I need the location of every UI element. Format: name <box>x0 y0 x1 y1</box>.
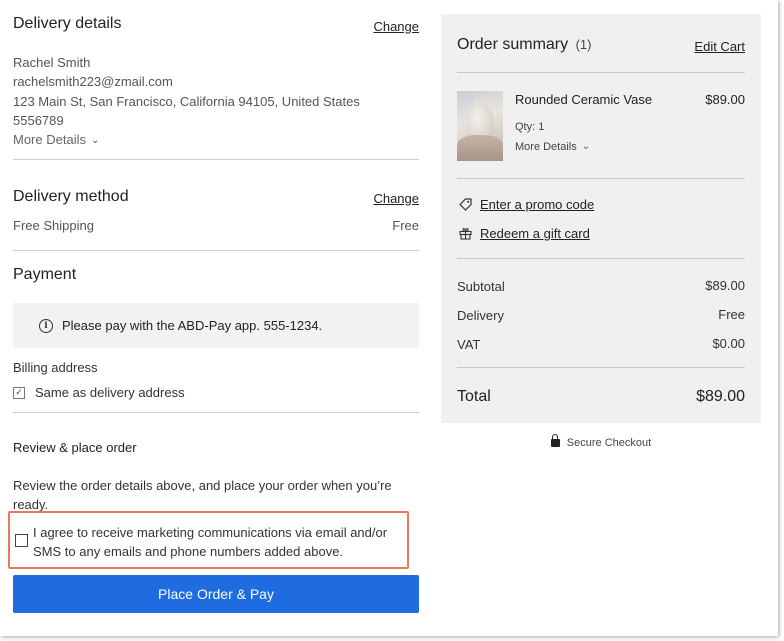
info-icon: i <box>39 318 53 333</box>
delivery-label: Delivery <box>457 308 504 323</box>
divider <box>13 412 419 413</box>
marketing-consent-box: I agree to receive marketing communicati… <box>8 511 409 569</box>
same-as-delivery-checkbox[interactable]: ✓ <box>13 386 25 399</box>
subtotal-row: Subtotal $89.00 <box>457 278 745 296</box>
total-value: $89.00 <box>696 388 745 405</box>
customer-email: rachelsmith223@zmail.com <box>13 74 173 89</box>
order-item-count: (1) <box>575 37 592 52</box>
lock-icon <box>550 434 560 447</box>
subtotal-value: $89.00 <box>705 278 745 293</box>
vat-label: VAT <box>457 337 481 352</box>
delivery-details-change-link[interactable]: Change <box>373 19 419 34</box>
delivery-method-title: Delivery method <box>13 188 129 205</box>
edit-cart-link[interactable]: Edit Cart <box>694 39 745 54</box>
customer-name: Rachel Smith <box>13 55 91 70</box>
promo-code-row[interactable]: Enter a promo code <box>459 197 594 212</box>
divider <box>457 72 745 73</box>
vat-row: VAT $0.00 <box>457 336 745 354</box>
order-summary-panel: Order summary (1) Edit Cart Rounded Cera… <box>441 14 761 423</box>
payment-info-box: i Please pay with the ABD-Pay app. 555-1… <box>13 303 419 348</box>
order-summary-header: Order summary (1) Edit Cart <box>457 36 745 54</box>
order-summary-title: Order summary <box>457 36 569 53</box>
same-as-delivery-label: Same as delivery address <box>35 385 185 400</box>
divider <box>457 178 745 179</box>
customer-address: 123 Main St, San Francisco, California 9… <box>13 94 360 109</box>
divider <box>457 367 745 368</box>
delivery-method-change-link[interactable]: Change <box>373 191 419 206</box>
divider <box>13 159 419 160</box>
review-title: Review & place order <box>13 440 137 455</box>
tag-icon <box>459 198 472 211</box>
gift-icon <box>459 227 472 240</box>
product-more-details[interactable]: More Details ⌄ <box>515 141 590 153</box>
product-qty: Qty: 1 <box>515 121 545 133</box>
marketing-consent-label: I agree to receive marketing communicati… <box>33 525 388 559</box>
divider <box>13 250 419 251</box>
total-label: Total <box>457 388 491 405</box>
product-price: $89.00 <box>705 92 745 107</box>
delivery-value: Free <box>718 307 745 322</box>
shipping-option: Free Shipping <box>13 218 94 233</box>
more-details-label: More Details <box>515 141 577 153</box>
checkout-page: Delivery details Change Rachel Smith rac… <box>0 0 778 636</box>
more-details-label: More Details <box>13 132 86 147</box>
product-name: Rounded Ceramic Vase <box>515 92 653 107</box>
chevron-down-icon: ⌄ <box>581 141 591 152</box>
subtotal-label: Subtotal <box>457 279 505 294</box>
promo-code-link[interactable]: Enter a promo code <box>480 197 594 212</box>
gift-card-link[interactable]: Redeem a gift card <box>480 226 590 241</box>
secure-checkout-label: Secure Checkout <box>566 437 652 449</box>
customer-phone: 5556789 <box>13 113 64 128</box>
checkmark-icon: ✓ <box>15 387 23 397</box>
delivery-row: Delivery Free <box>457 307 745 325</box>
divider <box>457 258 745 259</box>
vat-value: $0.00 <box>712 336 745 351</box>
shipping-price: Free <box>392 218 419 233</box>
same-as-delivery-row[interactable]: ✓ Same as delivery address <box>13 385 185 400</box>
billing-address-label: Billing address <box>13 360 98 375</box>
payment-title: Payment <box>13 266 77 283</box>
review-description: Review the order details above, and plac… <box>13 478 392 512</box>
delivery-more-details[interactable]: More Details ⌄ <box>13 132 99 147</box>
marketing-consent-checkbox[interactable] <box>15 534 28 547</box>
delivery-details-title: Delivery details <box>13 15 122 32</box>
chevron-down-icon: ⌄ <box>90 135 100 146</box>
place-order-button[interactable]: Place Order & Pay <box>13 575 419 613</box>
total-row: Total $89.00 <box>457 388 745 406</box>
secure-checkout-note: Secure Checkout <box>441 434 761 449</box>
product-thumbnail <box>457 91 503 161</box>
payment-info-text: Please pay with the ABD-Pay app. 555-123… <box>62 318 323 333</box>
gift-card-row[interactable]: Redeem a gift card <box>459 226 590 241</box>
